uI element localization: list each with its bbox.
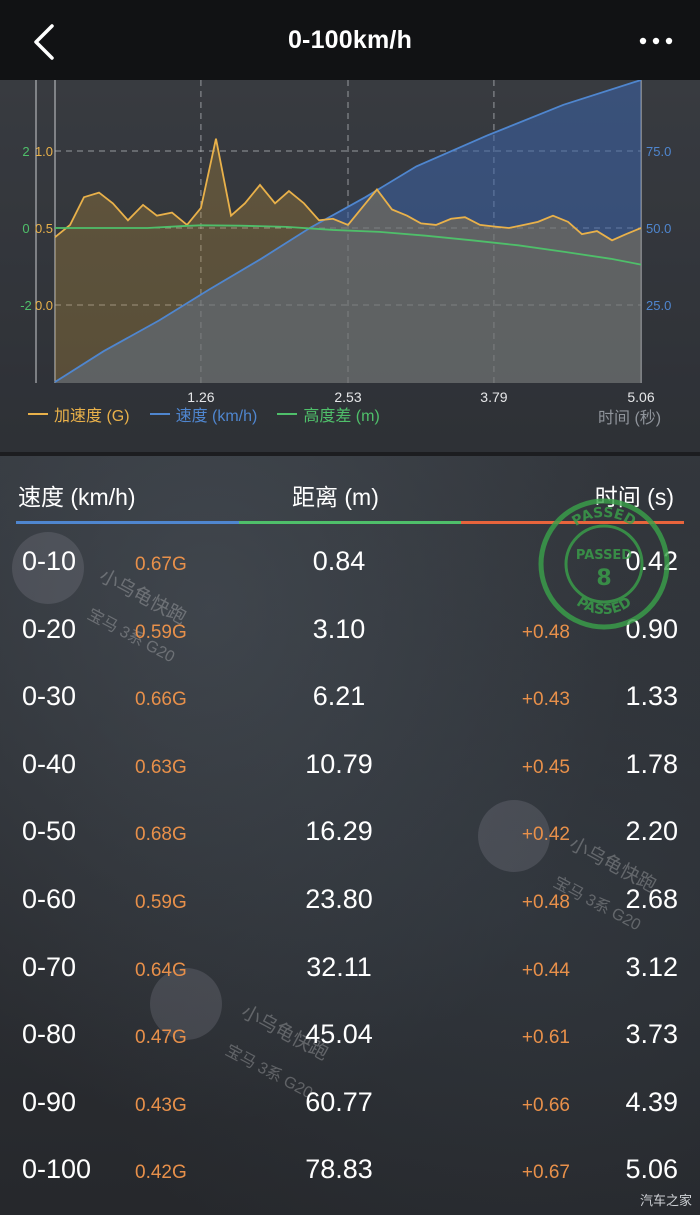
left-outer-tick-label: 2 <box>22 144 29 159</box>
legend-swatch <box>149 413 170 415</box>
row-g-force: 0.63G <box>135 756 187 778</box>
svg-text:PASSED: PASSED <box>574 594 635 618</box>
row-time: 3.73 <box>625 1019 678 1050</box>
row-distance: 16.29 <box>305 816 373 847</box>
row-speed: 0-30 <box>22 681 77 712</box>
legend-item-acceleration: 加速度 (G) <box>28 402 130 426</box>
row-time: 4.39 <box>625 1086 678 1117</box>
table-row: 0-90 0.43G 60.77 +0.66 4.39 <box>0 1067 700 1135</box>
row-delta: +0.44 <box>521 959 570 981</box>
header-speed: 速度 (km/h) <box>18 484 136 510</box>
row-g-force: 0.47G <box>135 1027 187 1049</box>
page-title: 0-100km/h <box>287 26 413 54</box>
row-time: 2.20 <box>625 816 678 847</box>
header-bar-blue <box>16 521 239 524</box>
stamp-center-text: PASSED <box>576 548 632 563</box>
row-g-force: 0.66G <box>135 689 187 711</box>
row-delta: +0.61 <box>521 1027 570 1049</box>
legend-label: 高度差 (m) <box>303 408 380 425</box>
row-speed: 0-100 <box>22 1154 92 1185</box>
row-distance: 3.10 <box>312 613 366 644</box>
row-time: 3.12 <box>625 951 678 982</box>
x-tick-label: 5.06 <box>627 389 654 405</box>
row-speed: 0-70 <box>22 951 77 982</box>
row-g-force: 0.64G <box>135 959 187 981</box>
chart-legend: 加速度 (G) 速度 (km/h) 高度差 (m) <box>28 402 380 426</box>
stamp-number: 8 <box>596 566 611 591</box>
passed-stamp: PASSED PASSED PASSED 8 <box>538 498 670 630</box>
row-speed: 0-60 <box>22 883 77 914</box>
row-time: 5.06 <box>625 1154 678 1185</box>
legend-label: 加速度 (G) <box>54 408 130 425</box>
row-time: 2.68 <box>625 883 678 914</box>
row-g-force: 0.42G <box>135 1162 187 1184</box>
more-button[interactable] <box>636 26 676 56</box>
row-distance: 10.79 <box>305 748 373 779</box>
legend-swatch <box>277 413 298 415</box>
row-speed: 0-90 <box>22 1086 77 1117</box>
right-tick-label: 50.0 <box>646 221 671 236</box>
row-distance: 32.11 <box>306 951 372 982</box>
row-distance: 45.04 <box>305 1019 373 1050</box>
table-row: 0-100 0.42G 78.83 +0.67 5.06 <box>0 1134 700 1202</box>
row-distance: 23.80 <box>305 883 373 914</box>
left-outer-tick-label: -2 <box>20 298 32 313</box>
legend-swatch <box>28 413 48 415</box>
row-time: 1.78 <box>625 748 678 779</box>
legend-item-altitude: 高度差 (m) <box>277 402 380 426</box>
row-delta: +0.66 <box>521 1094 570 1116</box>
row-delta: +0.42 <box>521 824 570 846</box>
row-speed: 0-20 <box>22 613 77 644</box>
row-speed: 0-80 <box>22 1019 77 1050</box>
legend-label: 速度 (km/h) <box>175 408 258 425</box>
left-inner-tick-label: 0.5 <box>35 221 53 236</box>
row-delta: +0.48 <box>521 891 570 913</box>
right-tick-label: 75.0 <box>646 144 671 159</box>
row-g-force: 0.67G <box>135 554 187 575</box>
table-row: 0-40 0.63G 10.79 +0.45 1.78 <box>0 729 700 797</box>
row-g-force: 0.43G <box>135 1094 187 1116</box>
right-tick-label: 25.0 <box>646 298 671 313</box>
row-distance: 60.77 <box>305 1086 373 1117</box>
x-axis-unit-label: 时间 (秒) <box>598 410 662 427</box>
acceleration-chart: 1.26 2.53 3.79 5.06 2 0 -2 1.0 0.5 0.0 75.0 50.0 25.… <box>0 80 700 452</box>
source-credit: 汽车之家 <box>639 1193 692 1208</box>
section-divider <box>0 452 700 456</box>
left-outer-tick-label: 0 <box>22 221 29 236</box>
table-row: 0-70 0.64G 32.11 +0.44 3.12 <box>0 932 700 1000</box>
table-row: 0-50 0.68G 16.29 +0.42 2.20 <box>0 796 700 864</box>
row-g-force: 0.59G <box>135 891 187 913</box>
row-time: 1.33 <box>625 681 678 712</box>
row-speed: 0-50 <box>22 816 77 847</box>
row-delta: +0.43 <box>521 689 570 711</box>
row-delta: +0.45 <box>521 756 570 778</box>
row-distance: 6.21 <box>312 681 366 712</box>
x-tick-label: 3.79 <box>480 389 507 405</box>
stamp-ring-text: PASSED <box>574 594 635 618</box>
row-speed: 0-40 <box>22 748 77 779</box>
row-g-force: 0.68G <box>135 824 187 846</box>
table-row: 0-60 0.59G 23.80 +0.48 2.68 <box>0 864 700 932</box>
more-dots-icon <box>639 37 673 45</box>
top-bar: 0-100km/h <box>0 0 700 80</box>
header-bar-green <box>238 521 462 524</box>
row-speed: 0-10 <box>22 546 77 576</box>
row-delta: +0.67 <box>521 1162 570 1184</box>
header-distance: 距离 (m) <box>292 484 379 510</box>
row-distance: 78.83 <box>305 1154 373 1185</box>
legend-item-speed: 速度 (km/h) <box>149 402 258 426</box>
table-row: 0-80 0.47G 45.04 +0.61 3.73 <box>0 999 700 1067</box>
left-inner-tick-label: 1.0 <box>35 144 53 159</box>
left-inner-tick-label: 0.0 <box>35 298 53 313</box>
row-g-force: 0.59G <box>135 621 187 643</box>
row-distance: 0.84 <box>312 546 366 576</box>
table-row: 0-30 0.66G 6.21 +0.43 1.33 <box>0 661 700 729</box>
chart-svg: 1.26 2.53 3.79 5.0620-21.00.50.075.050.025.… <box>0 80 700 452</box>
